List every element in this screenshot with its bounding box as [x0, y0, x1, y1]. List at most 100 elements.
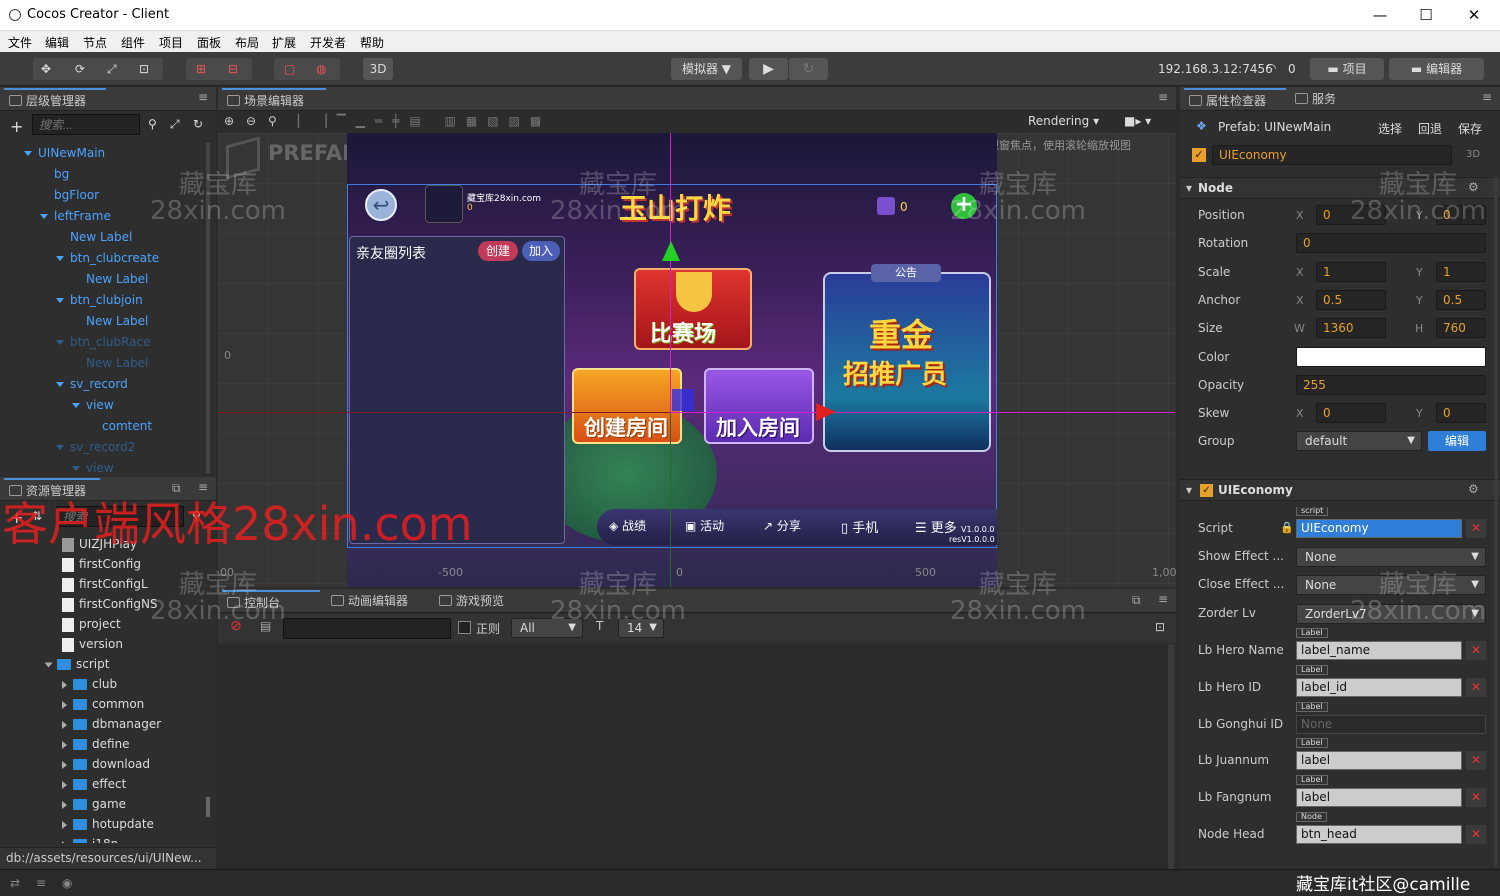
expand-icon[interactable]: ⤢ — [170, 117, 180, 132]
asset-item[interactable]: project — [62, 617, 121, 632]
rotate-tool-icon[interactable]: ⟳ — [75, 58, 85, 80]
expand-arrow-icon[interactable] — [62, 800, 67, 809]
status-eye-icon[interactable]: ◉ — [62, 876, 72, 890]
rect-tool-icon[interactable]: ⊡ — [139, 58, 149, 80]
component-settings-gear-icon[interactable]: ⚙ — [1468, 482, 1479, 496]
console-filter-input[interactable] — [283, 618, 451, 639]
popout-icon[interactable]: ⧉ — [1132, 593, 1141, 608]
group-select[interactable]: default — [1296, 431, 1422, 452]
align-icons[interactable]: ▏▕▔▁═╪▤ ▥▦▧▨▩ — [298, 114, 551, 128]
hierarchy-node[interactable]: sv_record — [56, 377, 128, 391]
gizmo-x-handle[interactable] — [670, 412, 1175, 413]
prefab-select-button[interactable]: 选择 — [1378, 120, 1402, 137]
tab-scene[interactable]: 场景编辑器 — [222, 88, 326, 110]
expand-arrow-icon[interactable] — [56, 256, 64, 261]
scale-y-input[interactable]: 1 — [1436, 261, 1486, 282]
anchor-y-input[interactable]: 0.5 — [1436, 289, 1486, 310]
expand-arrow-icon[interactable] — [62, 720, 67, 729]
node-active-checkbox[interactable]: ✓ — [1192, 148, 1206, 162]
tab-game-preview[interactable]: 游戏预览 — [434, 590, 524, 612]
tab-hierarchy[interactable]: 层级管理器 — [4, 88, 106, 110]
hierarchy-node[interactable]: view — [72, 398, 114, 412]
hierarchy-node[interactable]: btn_clubjoin — [56, 293, 143, 307]
expand-arrow-icon[interactable] — [56, 382, 64, 387]
add-node-icon[interactable]: + — [10, 117, 23, 136]
asset-item[interactable]: script — [44, 657, 109, 671]
hierarchy-node[interactable]: btn_clubRace — [56, 335, 151, 349]
nav-more[interactable]: ☰ 更多 — [915, 517, 957, 536]
hierarchy-node[interactable]: bgFloor — [54, 188, 99, 202]
asset-item[interactable]: version — [62, 637, 123, 652]
zoom-in-icon[interactable]: ⊕ — [224, 114, 234, 128]
minimize-button[interactable]: — — [1360, 4, 1400, 26]
asset-item[interactable]: effect — [62, 777, 126, 791]
join-club-button[interactable]: 加入 — [522, 241, 560, 261]
hierarchy-node[interactable]: leftFrame — [40, 209, 111, 223]
clear-script-icon[interactable]: ✕ — [1466, 519, 1486, 538]
component-section-header[interactable]: ▾ ✓ UIEconomy ⚙ — [1180, 479, 1500, 501]
clear-ref-icon[interactable]: ✕ — [1466, 825, 1486, 844]
script-field[interactable]: UIEconomy — [1296, 519, 1462, 538]
asset-item[interactable]: game — [62, 797, 126, 811]
expand-arrow-icon[interactable] — [62, 840, 67, 843]
panel-menu-icon[interactable]: ≡ — [1158, 90, 1168, 104]
skew-x-input[interactable]: 0 — [1316, 403, 1386, 424]
status-db-icon[interactable]: ≡ — [36, 876, 46, 890]
asset-item[interactable]: define — [62, 737, 130, 751]
zoom-out-icon[interactable]: ⊖ — [246, 114, 256, 128]
size-w-input[interactable]: 1360 — [1316, 318, 1386, 339]
group-edit-button[interactable]: 编辑 — [1428, 431, 1486, 452]
asset-item[interactable]: download — [62, 757, 150, 771]
create-club-button[interactable]: 创建 — [478, 241, 518, 261]
hierarchy-node[interactable]: New Label — [86, 314, 148, 328]
simulator-select[interactable]: 模拟器 ▼ — [671, 58, 742, 80]
snap-icon[interactable]: ▢ — [284, 58, 295, 80]
assets-scrollbar[interactable] — [206, 797, 210, 817]
expand-arrow-icon[interactable] — [62, 740, 67, 749]
lb-fangnum-ref-field[interactable]: label — [1296, 788, 1462, 807]
refresh-button[interactable]: ↻ — [789, 58, 828, 80]
hierarchy-node[interactable]: New Label — [86, 356, 148, 370]
expand-arrow-icon[interactable] — [62, 760, 67, 769]
zoom-fit-icon[interactable]: ⚲ — [268, 114, 277, 128]
menu-component[interactable]: 组件 — [121, 34, 145, 51]
scale-tool-icon[interactable]: ⤢ — [107, 58, 117, 80]
tab-animation[interactable]: 动画编辑器 — [326, 590, 430, 612]
opacity-input[interactable]: 255 — [1296, 374, 1486, 395]
hierarchy-node[interactable]: view — [72, 461, 114, 473]
asset-item[interactable]: common — [62, 697, 144, 711]
node-3d-toggle[interactable]: 3D — [1466, 149, 1480, 160]
join-room-button[interactable]: 加入房间 — [704, 368, 814, 444]
panel-menu-icon[interactable]: ≡ — [1158, 592, 1168, 606]
gizmo-y-arrow-icon[interactable] — [662, 241, 680, 261]
pivot-icon[interactable]: ⊞ — [196, 58, 206, 80]
hierarchy-node[interactable]: comtent — [102, 419, 152, 433]
avatar[interactable] — [425, 185, 463, 223]
notice-panel[interactable]: 公告 重金 招推广员 — [823, 264, 991, 452]
rotation-input[interactable]: 0 — [1296, 233, 1486, 254]
expand-arrow-icon[interactable] — [62, 820, 67, 829]
expand-arrow-icon[interactable] — [44, 662, 53, 667]
lb-hero-id-ref-field[interactable]: label_id — [1296, 678, 1462, 697]
menu-extension[interactable]: 扩展 — [272, 34, 296, 51]
local-icon[interactable]: ⊟ — [228, 58, 238, 80]
search-icon[interactable]: ⚲ — [148, 117, 157, 131]
hierarchy-search-input[interactable] — [32, 114, 140, 135]
expand-arrow-icon[interactable] — [62, 680, 67, 689]
asset-item[interactable]: firstConfig — [62, 557, 141, 572]
console-scrollbar[interactable] — [1168, 645, 1174, 869]
component-enabled-checkbox[interactable]: ✓ — [1200, 484, 1213, 497]
open-project-button[interactable]: ▬ 项目 — [1310, 58, 1384, 80]
gizmo-x-arrow-icon[interactable] — [816, 403, 836, 421]
expand-arrow-icon[interactable] — [40, 214, 48, 219]
asset-item[interactable]: i18n — [62, 837, 118, 843]
nav-record[interactable]: ◈ 战绩 — [609, 517, 646, 534]
clear-ref-icon[interactable]: ✕ — [1466, 641, 1486, 660]
gizmo-center-handle[interactable] — [672, 389, 694, 411]
hierarchy-node[interactable]: btn_clubcreate — [56, 251, 159, 265]
node-name-input[interactable]: UIEconomy — [1212, 145, 1452, 165]
toggle-3d-button[interactable]: 3D — [363, 58, 393, 80]
lb-juannum-ref-field[interactable]: label — [1296, 751, 1462, 770]
hierarchy-node[interactable]: sv_record2 — [56, 440, 135, 454]
lb-hero-name-ref-field[interactable]: label_name — [1296, 641, 1462, 660]
